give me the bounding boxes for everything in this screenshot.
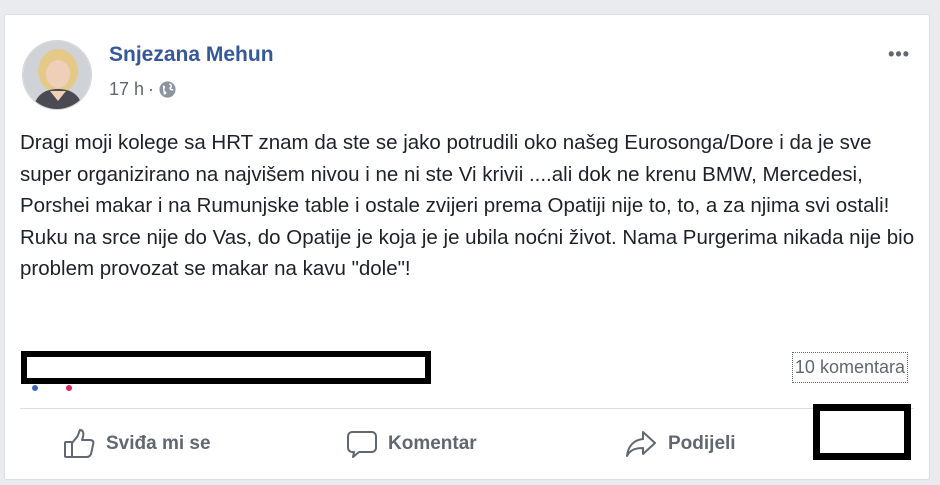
avatar[interactable] <box>22 40 92 110</box>
comment-button[interactable]: Komentar <box>346 427 477 461</box>
author-name[interactable]: Snjezana Mehun <box>109 43 274 67</box>
share-arrow-icon <box>624 429 658 459</box>
meta-separator: · <box>148 79 155 99</box>
share-button[interactable]: Podijeli <box>624 427 736 461</box>
post-text: Dragi moji kolege sa HRT znam da ste se … <box>20 131 915 281</box>
post-time[interactable]: 17 h <box>109 79 144 100</box>
like-label: Sviđa mi se <box>106 433 211 454</box>
actions-divider <box>20 408 914 409</box>
share-label: Podijeli <box>668 433 736 454</box>
globe-icon[interactable] <box>158 80 177 99</box>
redaction-bar <box>21 351 431 384</box>
more-options-icon[interactable]: ••• <box>888 44 910 65</box>
post-card: Snjezana Mehun 17 h · ••• Dragi moji kol… <box>4 14 930 480</box>
like-button[interactable]: Sviđa mi se <box>62 427 211 461</box>
post-meta: 17 h · <box>109 79 177 100</box>
comments-count-link[interactable]: 10 komentara <box>791 352 908 383</box>
redaction-box <box>813 404 911 460</box>
reaction-icons[interactable] <box>29 385 89 391</box>
thumbs-up-icon <box>62 427 96 461</box>
comment-bubble-icon <box>346 428 378 460</box>
comment-label: Komentar <box>388 433 477 454</box>
